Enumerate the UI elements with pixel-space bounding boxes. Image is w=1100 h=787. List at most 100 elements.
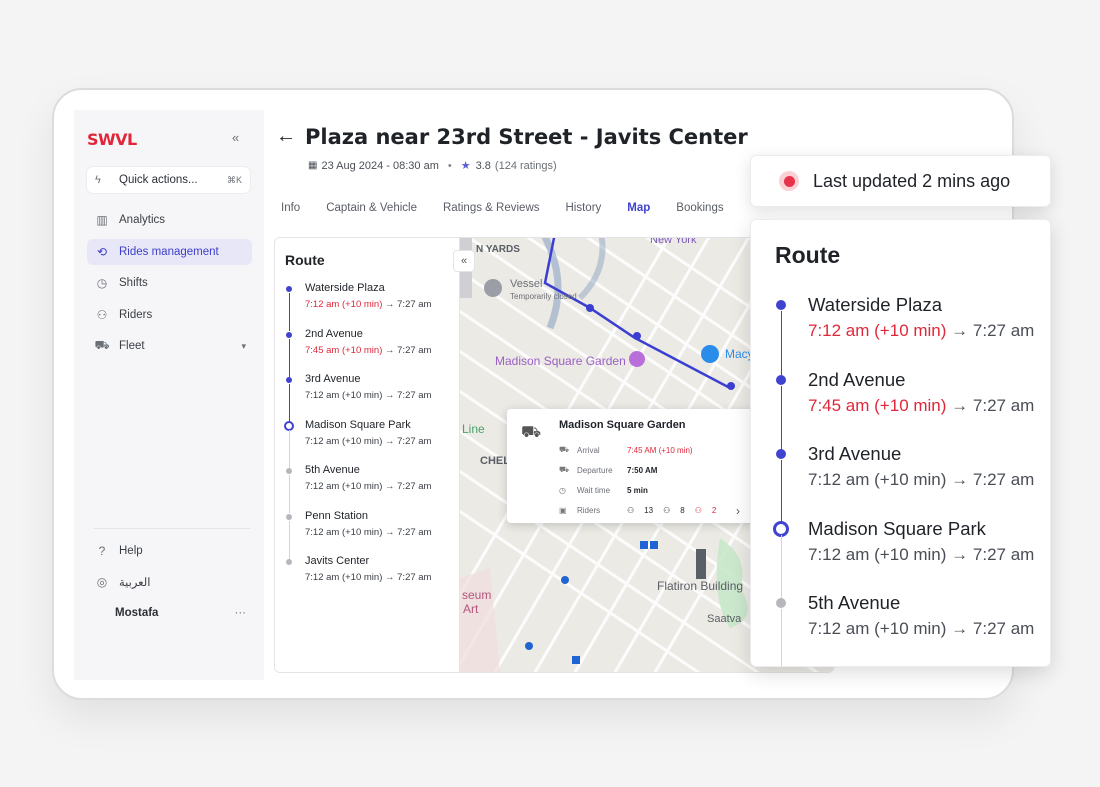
tab-info[interactable]: Info bbox=[281, 202, 300, 214]
eta: 7:12 am (+10 min) bbox=[808, 544, 947, 564]
sidebar-item-rides-management[interactable]: ⟲ Rides management bbox=[87, 238, 252, 265]
tab-ratings-reviews[interactable]: Ratings & Reviews bbox=[443, 202, 540, 214]
map-label-chel: CHEL bbox=[480, 455, 510, 467]
riders-label: Riders bbox=[577, 506, 601, 515]
route-stop-list: Waterside Plaza 7:12 am (+10 min) → 7:27… bbox=[284, 282, 455, 601]
bus-icon: ⛟ bbox=[559, 445, 570, 454]
tab-map[interactable]: Map bbox=[627, 202, 650, 214]
stop-name: 3rd Avenue bbox=[305, 373, 361, 385]
tab-bar: Info Captain & Vehicle Ratings & Reviews… bbox=[281, 202, 750, 214]
route-stop[interactable]: Javits Center 7:12 am (+10 min) → 7:27 a… bbox=[285, 555, 455, 601]
tab-bookings[interactable]: Bookings bbox=[676, 202, 723, 214]
route-line bbox=[288, 429, 290, 468]
stop-name: Penn Station bbox=[305, 509, 368, 522]
sidebar-item-shifts[interactable]: ◷ Shifts bbox=[87, 270, 252, 296]
eta-late: 7:12 am (+10 min) bbox=[808, 321, 947, 340]
route-stop[interactable]: Penn Station 7:12 am (+10 min) → 7:27 am bbox=[285, 509, 455, 559]
sidebar-item-analytics[interactable]: ▥ Analytics bbox=[87, 207, 252, 233]
riders-drop-icon: ⚇ bbox=[663, 506, 671, 515]
popup-title: Madison Square Garden bbox=[559, 419, 686, 431]
sidebar-item-label: Riders bbox=[119, 308, 153, 321]
popup-next-icon[interactable]: › bbox=[736, 504, 740, 518]
tab-history[interactable]: History bbox=[566, 202, 602, 214]
route-title: Route bbox=[285, 252, 325, 268]
calendar-icon: ▦ bbox=[308, 160, 318, 171]
stop-marker bbox=[776, 300, 786, 310]
stop-time: 7:12 am (+10 min) → 7:27 am bbox=[305, 572, 455, 584]
stop-marker bbox=[286, 559, 292, 565]
eta: 7:12 am (+10 min) bbox=[808, 470, 947, 489]
globe-icon: ◎ bbox=[96, 575, 108, 589]
user-menu[interactable]: Mostafa ··· bbox=[87, 600, 252, 626]
eta: 7:12 am (+10 min) bbox=[808, 619, 947, 638]
stop-time: 7:12 am (+10 min) → 7:27 am bbox=[305, 527, 455, 539]
eta: 7:12 am (+10 min) bbox=[305, 435, 383, 447]
sidebar-item-label: Help bbox=[119, 545, 143, 557]
collapse-sidebar-icon[interactable]: « bbox=[232, 130, 239, 145]
stop-marker bbox=[286, 513, 292, 520]
route-stop[interactable]: 3rd Avenue 7:12 am (+10 min) → 7:27 am bbox=[285, 373, 455, 422]
live-indicator-icon bbox=[779, 171, 799, 191]
rating-value: 3.8 bbox=[475, 159, 491, 172]
stop-name: Waterside Plaza bbox=[808, 294, 943, 315]
departure-value: 7:50 AM bbox=[627, 465, 658, 475]
map-label-museum: seum bbox=[462, 588, 492, 602]
scheduled-time: 7:27 am bbox=[972, 470, 1035, 489]
time-arrow: → bbox=[385, 435, 395, 447]
stop-time: 7:45 am (+10 min) → 7:27 am bbox=[305, 345, 455, 357]
car-icon: ⛟ bbox=[94, 338, 110, 352]
eta-late: 7:45 am (+10 min) bbox=[808, 395, 947, 415]
quick-actions-button[interactable]: ϟ Quick actions... ⌘K bbox=[87, 167, 250, 193]
time-arrow: → bbox=[951, 619, 969, 638]
help-icon: ? bbox=[98, 544, 106, 558]
route-line bbox=[780, 385, 782, 450]
tab-captain-vehicle[interactable]: Captain & Vehicle bbox=[326, 202, 417, 214]
departure-icon: ⛟ bbox=[559, 465, 570, 474]
sidebar-divider bbox=[94, 528, 250, 529]
route-stop[interactable]: 5th Avenue 7:12 am (+10 min) → 7:27 am bbox=[285, 464, 455, 513]
back-arrow-icon[interactable]: ← bbox=[276, 125, 296, 148]
scheduled-time: 7:27 am bbox=[397, 526, 432, 538]
time-arrow: → bbox=[951, 395, 969, 415]
last-updated-text: Last updated 2 mins ago bbox=[813, 170, 1011, 191]
route-stop[interactable]: Madison Square Park 7:12 am (+10 min) → … bbox=[284, 418, 455, 468]
stop-name: Madison Square Park bbox=[808, 517, 986, 539]
stop-name: 3rd Avenue bbox=[808, 443, 902, 464]
sidebar-item-language[interactable]: ◎ العربية bbox=[87, 569, 252, 595]
scheduled-time: 7:27 am bbox=[397, 390, 432, 401]
route-line bbox=[780, 534, 782, 599]
map-label-art: Art bbox=[463, 602, 479, 616]
route-icon: ⟲ bbox=[96, 244, 108, 259]
route-stop[interactable]: Waterside Plaza 7:12 am (+10 min) → 7:27… bbox=[285, 282, 455, 331]
stop-name: Waterside Plaza bbox=[305, 282, 385, 294]
sidebar-item-riders[interactable]: ⚇ Riders bbox=[87, 302, 252, 328]
sidebar-item-label: العربية bbox=[119, 577, 151, 589]
stop-time: 7:12 am (+10 min) → 7:27 am bbox=[808, 321, 1045, 341]
eta: 7:12 am (+10 min) bbox=[305, 526, 383, 538]
route-stop[interactable]: 2nd Avenue 7:45 am (+10 min) → 7:27 am bbox=[285, 328, 455, 377]
collapse-route-panel-button[interactable]: « bbox=[453, 250, 475, 272]
departure-label: Departure bbox=[577, 465, 613, 475]
riders-counts: ⚇ 13 ⚇ 8 ⚇ 2 bbox=[627, 506, 726, 515]
map-label-yards: N YARDS bbox=[476, 244, 520, 255]
stop-time: 7:12 am (+10 min) → 7:27 am bbox=[808, 470, 1045, 490]
sidebar-item-fleet[interactable]: ⛟ Fleet ▾ bbox=[87, 333, 252, 359]
scheduled-time: 7:27 am bbox=[972, 321, 1035, 340]
map-label-vessel: Vessel bbox=[510, 278, 543, 290]
stop-marker bbox=[286, 468, 292, 474]
scheduled-time: 7:27 am bbox=[397, 344, 432, 356]
time-arrow: → bbox=[385, 526, 395, 538]
route-zoom-stop-list: Waterside Plaza 7:12 am (+10 min) → 7:27… bbox=[773, 294, 1045, 666]
clock-icon: ◷ bbox=[559, 486, 566, 495]
more-options-icon[interactable]: ··· bbox=[235, 607, 247, 619]
swvl-logo[interactable]: SWVL bbox=[87, 130, 137, 149]
stop-name: Javits Center bbox=[305, 555, 370, 567]
stop-time: 7:12 am (+10 min) → 7:27 am bbox=[305, 436, 455, 448]
popup-riders-row: ▣ Riders ⚇ 13 ⚇ 8 ⚇ 2 bbox=[559, 506, 749, 515]
route-zoom-stop: 5th Avenue 7:12 am (+10 min) → 7:27 am bbox=[775, 592, 1045, 666]
sidebar-item-label: Fleet bbox=[119, 340, 145, 352]
stop-marker bbox=[776, 449, 786, 459]
ratings-count: (124 ratings) bbox=[494, 159, 557, 172]
sidebar-item-help[interactable]: ? Help bbox=[87, 538, 252, 564]
stop-name: Madison Square Park bbox=[305, 418, 411, 431]
